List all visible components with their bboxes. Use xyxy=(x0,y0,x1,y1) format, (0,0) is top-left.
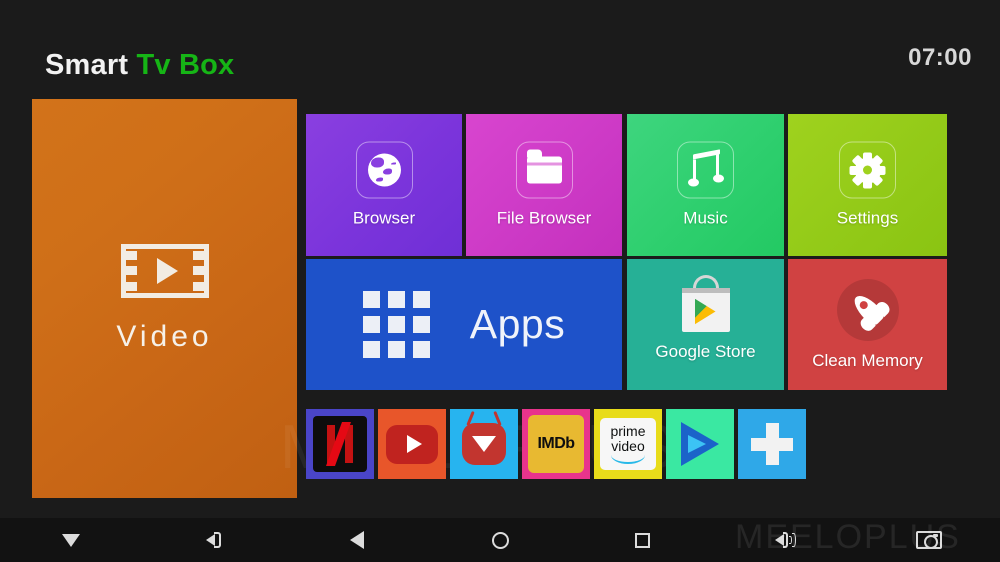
tile-settings[interactable]: Settings xyxy=(788,114,947,256)
imdb-icon: IMDb xyxy=(528,415,584,473)
tile-browser[interactable]: Browser xyxy=(306,114,462,256)
smart-tv-launcher-screen: Smart Tv Box 07:00 Video Browser File Br… xyxy=(0,0,1000,562)
tile-music[interactable]: Music xyxy=(627,114,784,256)
clock: 07:00 xyxy=(908,44,972,71)
tile-clean-memory-label: Clean Memory xyxy=(812,350,923,370)
prime-line2: video xyxy=(611,438,645,454)
tile-apps[interactable]: Apps xyxy=(306,259,622,390)
back-triangle-icon xyxy=(350,531,365,549)
tile-file-browser-label: File Browser xyxy=(496,208,592,228)
nav-volume-up[interactable] xyxy=(714,518,857,562)
camera-icon xyxy=(915,531,942,549)
shortcut-imdb[interactable]: IMDb xyxy=(522,409,590,479)
tile-music-label: Music xyxy=(683,208,728,228)
plus-icon xyxy=(751,423,793,465)
navigation-bar xyxy=(0,518,1000,562)
header-bar: Smart Tv Box 07:00 xyxy=(0,0,1000,98)
nav-home[interactable] xyxy=(429,518,572,562)
mx-player-icon xyxy=(681,422,719,466)
amazon-smile-icon xyxy=(611,455,645,464)
tile-video-label: Video xyxy=(116,319,213,353)
music-note-icon xyxy=(677,141,734,199)
app-title-part1: Smart xyxy=(45,49,137,81)
rocket-icon xyxy=(836,278,899,341)
recents-square-icon xyxy=(635,532,651,548)
tile-file-browser[interactable]: File Browser xyxy=(466,114,622,256)
nav-back[interactable] xyxy=(286,518,429,562)
prime-video-icon: prime video xyxy=(600,418,656,470)
shortcut-add-app[interactable] xyxy=(738,409,806,479)
app-title-part2: Tv Box xyxy=(136,49,235,81)
volume-down-icon xyxy=(62,533,81,547)
shortcut-mx-player[interactable] xyxy=(666,409,734,479)
tile-settings-label: Settings xyxy=(836,208,899,228)
nav-screenshot[interactable] xyxy=(857,518,1000,562)
shortcut-netflix[interactable] xyxy=(306,409,374,479)
tile-browser-label: Browser xyxy=(352,208,416,228)
youtube-icon xyxy=(386,424,438,464)
prime-line1: prime xyxy=(610,423,646,439)
shortcut-prime-video[interactable]: prime video xyxy=(594,409,662,479)
tile-google-store[interactable]: Google Store xyxy=(627,259,784,390)
tv-app-icon xyxy=(462,423,506,465)
tile-clean-memory[interactable]: Clean Memory xyxy=(788,259,947,390)
netflix-icon xyxy=(313,416,367,472)
tile-apps-label: Apps xyxy=(469,301,566,347)
nav-mute[interactable] xyxy=(143,518,286,562)
home-circle-icon xyxy=(491,531,509,549)
gear-icon xyxy=(839,141,896,199)
folder-icon xyxy=(515,141,573,199)
speaker-icon xyxy=(206,532,222,548)
play-store-icon xyxy=(681,274,730,332)
shortcut-youtube[interactable] xyxy=(378,409,446,479)
film-play-icon xyxy=(120,243,209,298)
nav-volume-down[interactable] xyxy=(0,518,143,562)
play-triangle xyxy=(157,257,178,284)
globe-icon xyxy=(355,141,413,199)
app-title: Smart Tv Box xyxy=(45,49,234,82)
volume-up-icon xyxy=(774,532,797,548)
grid-apps-icon xyxy=(362,291,430,358)
nav-recents[interactable] xyxy=(571,518,714,562)
app-shortcuts-row: IMDb prime video xyxy=(306,409,806,479)
tile-google-store-label: Google Store xyxy=(655,341,756,361)
shortcut-tv-app[interactable] xyxy=(450,409,518,479)
tile-video[interactable]: Video xyxy=(32,99,297,498)
